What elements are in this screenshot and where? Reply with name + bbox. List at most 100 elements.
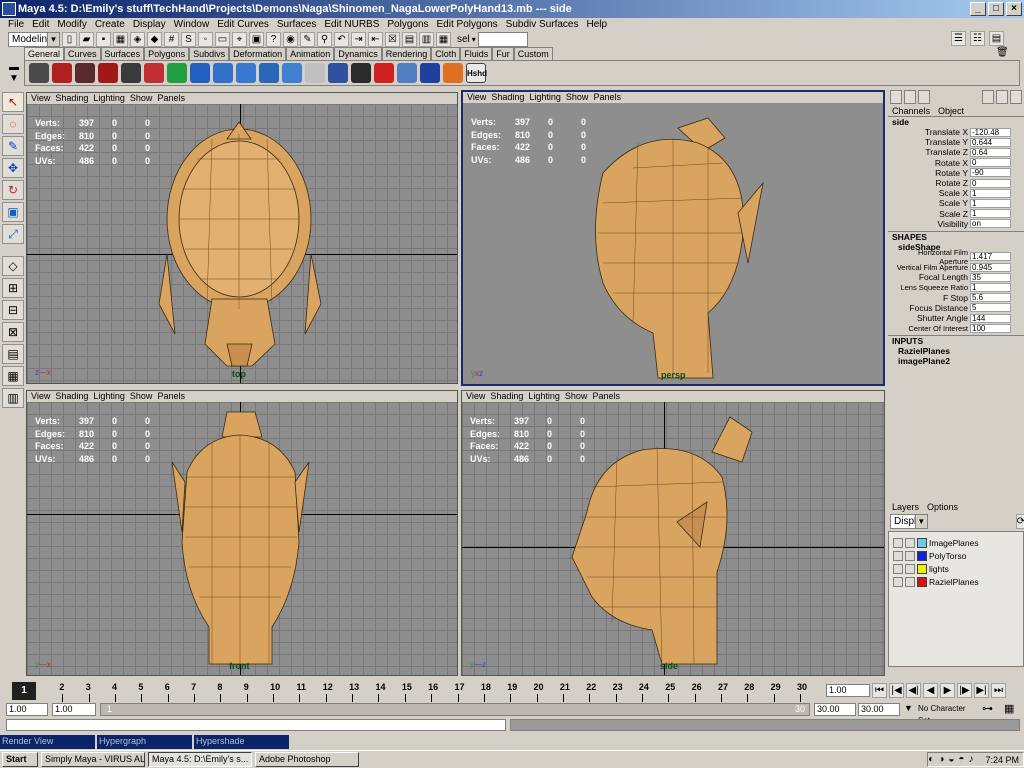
viewport-menu-lighting[interactable]: Lighting — [528, 391, 565, 402]
history-icon[interactable]: ▣ — [249, 31, 264, 47]
visibility-toggle[interactable] — [893, 550, 903, 561]
shelf-tool-icon[interactable] — [98, 63, 118, 83]
key-icon[interactable]: ⊶ — [982, 702, 993, 715]
animation-prefs-icon[interactable]: ▦ — [1004, 702, 1014, 715]
menu-edit[interactable]: Edit — [28, 19, 53, 30]
construction-history-icon[interactable]: ☒ — [385, 31, 400, 47]
viewport-menu-panels[interactable]: Panels — [592, 391, 625, 402]
shelf-tab-custom[interactable]: Custom — [513, 47, 553, 60]
viewport-menu-view[interactable]: View — [466, 391, 490, 402]
layer-row[interactable]: ImagePlanes — [889, 536, 1023, 549]
shelf-tool-icon[interactable] — [144, 63, 164, 83]
viewport-side[interactable]: View Shading Lighting Show Panels Verts:… — [461, 390, 885, 676]
shelf-tool-icon[interactable] — [282, 63, 302, 83]
shelf-tool-icon[interactable] — [167, 63, 187, 83]
layer-row[interactable]: lights — [889, 562, 1023, 575]
channel-value-field[interactable]: 0 — [970, 158, 1011, 168]
channel-value-field[interactable]: 0 — [970, 178, 1011, 188]
time-slider[interactable]: 1 2 3 4 5 6 7 8 9 10 11 12 13 14 15 16 17 18 19 20 21 22 23 24… — [8, 680, 818, 702]
template-toggle[interactable] — [905, 576, 915, 587]
channel-value-field[interactable]: 5.6 — [970, 293, 1011, 303]
viewport-menu-lighting[interactable]: Lighting — [93, 391, 130, 402]
minimize-button[interactable]: _ — [970, 2, 986, 16]
layers-menu[interactable]: Layers — [892, 502, 919, 512]
layout-four-icon[interactable]: ⊞ — [2, 278, 24, 298]
shelf-tab-fur[interactable]: Fur — [492, 47, 514, 60]
menu-surfaces[interactable]: Surfaces — [273, 19, 320, 30]
viewport-menu-view[interactable]: View — [467, 92, 491, 103]
channel-value-field[interactable]: 100 — [970, 323, 1011, 333]
maximize-button[interactable]: □ — [988, 2, 1004, 16]
tray-icon[interactable]: ◑ — [938, 754, 944, 765]
channel-value-field[interactable]: 0.945 — [970, 262, 1011, 272]
taskbar-item[interactable]: Adobe Photoshop — [255, 752, 359, 767]
quick-select-input[interactable] — [477, 31, 528, 47]
paint-select-icon[interactable]: ✎ — [2, 136, 24, 156]
layer-row[interactable]: RazielPlanes — [889, 575, 1023, 588]
manip-icon[interactable] — [982, 90, 994, 104]
viewport-persp[interactable]: View Shading Lighting Show Panels Verts:… — [461, 90, 885, 386]
create-layer-icon[interactable]: ⟳ — [1015, 514, 1024, 529]
close-button[interactable]: × — [1006, 2, 1022, 16]
menu-file[interactable]: File — [4, 19, 28, 30]
viewport-menu-show[interactable]: Show — [565, 391, 593, 402]
chevron-down-icon[interactable]: ▼ — [904, 703, 918, 716]
shelf-tab-subdivs[interactable]: Subdivs — [189, 47, 230, 60]
shelf-tool-icon[interactable] — [236, 63, 256, 83]
menu-polygons[interactable]: Polygons — [383, 19, 432, 30]
shelf-tool-icon[interactable] — [305, 63, 325, 83]
channel-value-field[interactable]: on — [970, 219, 1011, 229]
viewport-menu-view[interactable]: View — [31, 93, 55, 104]
viewport-front[interactable]: View Shading Lighting Show Panels Verts:… — [26, 390, 458, 676]
link-icon[interactable]: ⚲ — [317, 31, 332, 47]
snap-curve-icon[interactable]: S — [181, 31, 196, 47]
layout-custom-icon[interactable]: ▥ — [2, 388, 24, 408]
make-live-icon[interactable]: ⌖ — [232, 31, 247, 47]
undo-icon[interactable]: ↶ — [334, 31, 349, 47]
shelf-tab-rendering[interactable]: Rendering — [381, 47, 432, 60]
menu-help[interactable]: Help — [583, 19, 612, 30]
input-ops-icon[interactable]: ⇥ — [351, 31, 366, 47]
channel-value-field[interactable]: 5 — [970, 303, 1011, 313]
go-to-start-icon[interactable]: ⏮ — [872, 683, 887, 698]
shelf-tool-icon[interactable] — [75, 63, 95, 83]
volume-icon[interactable]: ♪ — [968, 754, 973, 765]
command-input[interactable] — [6, 719, 506, 731]
shelf-tool-icon[interactable] — [259, 63, 279, 83]
snap-grid-icon[interactable]: # — [164, 31, 179, 47]
menu-create[interactable]: Create — [91, 19, 129, 30]
character-set-label[interactable]: No Character Set — [918, 703, 976, 725]
viewport-menu-show[interactable]: Show — [130, 391, 158, 402]
template-toggle[interactable] — [905, 537, 915, 548]
shelf-tool-icon[interactable] — [374, 63, 394, 83]
step-forward-frame-icon[interactable]: |▶ — [957, 683, 972, 698]
show-hide-icon[interactable]: ◉ — [283, 31, 298, 47]
playback-end-field[interactable]: 30.00 — [814, 703, 856, 716]
help-line-icon[interactable]: ? — [266, 31, 281, 47]
tray-icon[interactable]: ◓ — [958, 754, 964, 765]
play-forwards-icon[interactable]: ▶ — [940, 683, 955, 698]
select-hierarchy-icon[interactable]: ▦ — [113, 31, 128, 47]
visibility-toggle[interactable] — [893, 576, 903, 587]
move-tool-icon[interactable]: ✥ — [2, 158, 24, 178]
channel-value-field[interactable]: 0.644 — [970, 137, 1011, 147]
menu-set-dropdown[interactable]: Modeling ▼ — [8, 31, 60, 47]
shelf-menu-icon[interactable]: ▬ ▼ — [6, 62, 22, 86]
select-tool-icon[interactable]: ↖ — [2, 92, 24, 112]
shelf-tab-fluids[interactable]: Fluids — [460, 47, 493, 60]
channels-menu[interactable]: Channels — [892, 106, 930, 116]
shelf-tool-icon[interactable] — [213, 63, 233, 83]
sculpt-icon[interactable]: ✎ — [300, 31, 315, 47]
step-forward-key-icon[interactable]: ▶| — [974, 683, 989, 698]
layout-persp-graph-icon[interactable]: ⊠ — [2, 322, 24, 342]
rotate-tool-icon[interactable]: ↻ — [2, 180, 24, 200]
viewport-menu-panels[interactable]: Panels — [157, 391, 190, 402]
render-icon[interactable]: ▤ — [402, 31, 417, 47]
layout-persp-outliner-icon[interactable]: ▤ — [2, 344, 24, 364]
input-node[interactable]: RazielPlanes — [888, 346, 1024, 356]
layout-hypershade-icon[interactable]: ▦ — [2, 366, 24, 386]
animation-end-field[interactable]: 30.00 — [858, 703, 900, 716]
minimized-render-view[interactable]: Render View — [0, 735, 95, 749]
visibility-toggle[interactable] — [893, 537, 903, 548]
shelf-tool-icon[interactable] — [420, 63, 440, 83]
